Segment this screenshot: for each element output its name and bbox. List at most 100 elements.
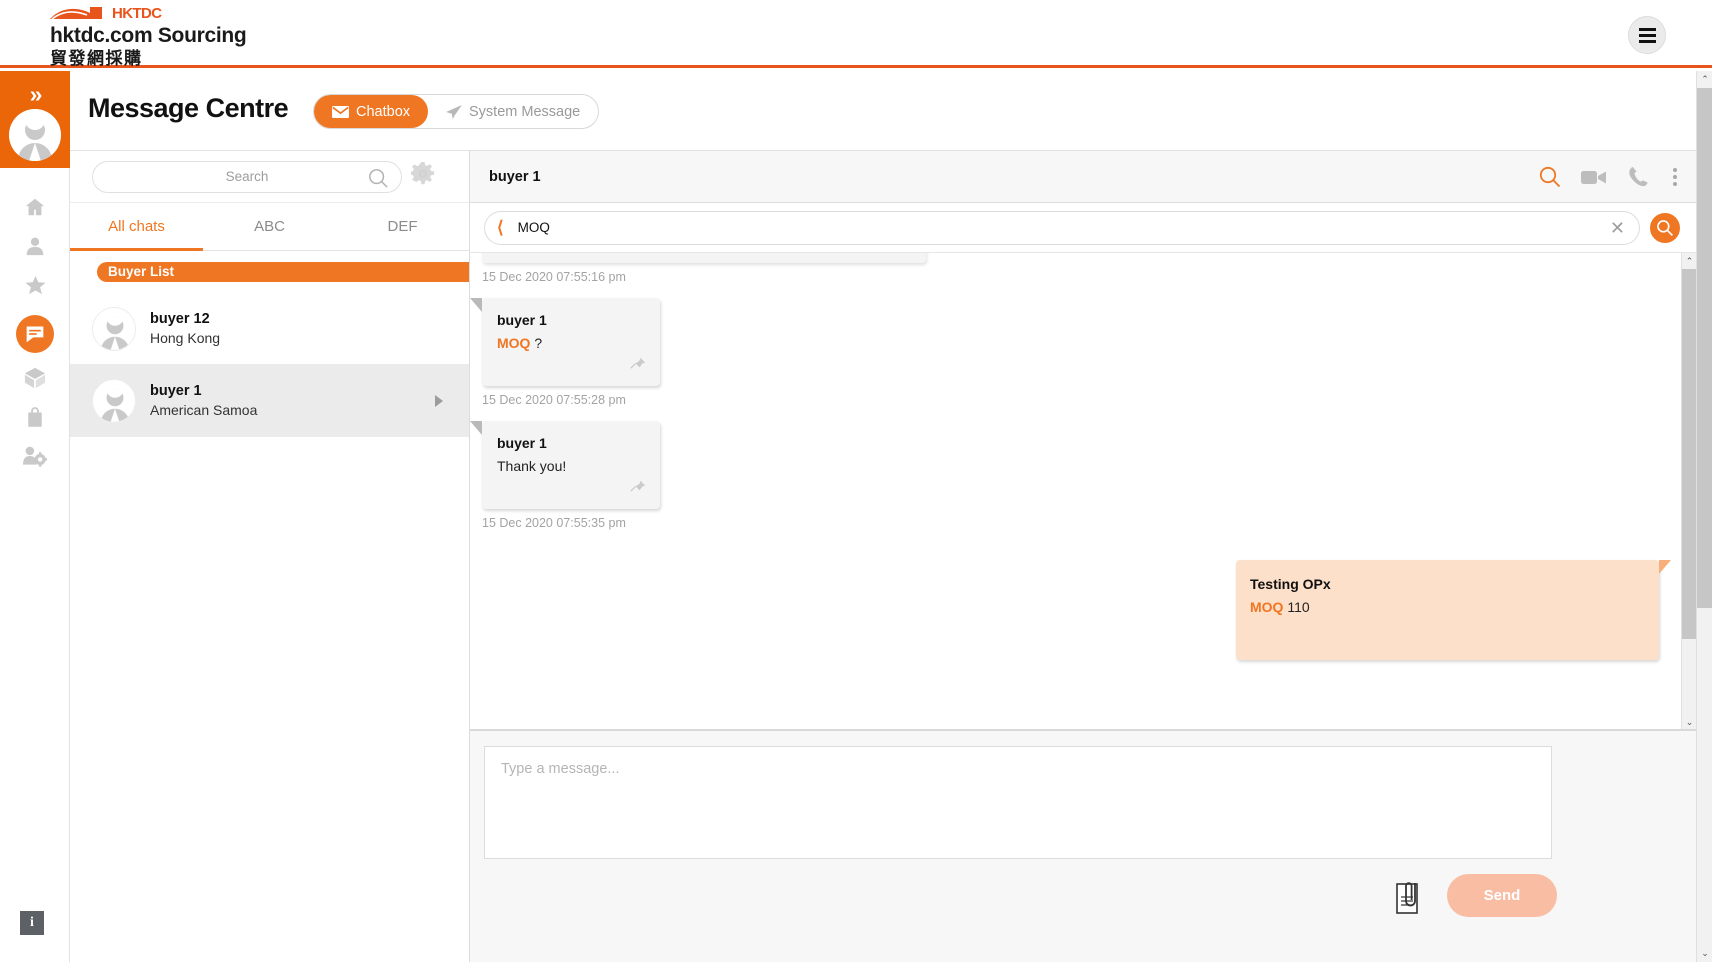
page-title: Message Centre xyxy=(88,93,289,123)
tab-abc[interactable]: ABC xyxy=(203,203,336,250)
message-input[interactable] xyxy=(484,746,1552,859)
message-timestamp: 15 Dec 2020 07:55:35 pm xyxy=(482,516,626,530)
message-row: buyer 1 MOQ ? xyxy=(470,298,1681,386)
scroll-up-icon[interactable]: ⌃ xyxy=(1682,253,1696,269)
tab-all-chats-label: All chats xyxy=(108,218,165,235)
sidebar-item-orders[interactable] xyxy=(0,400,70,439)
hamburger-bar xyxy=(1638,39,1656,43)
conversation-search-input[interactable] xyxy=(517,220,1610,235)
info-icon[interactable]: i xyxy=(20,911,44,935)
brand-bar: HKTDC hktdc.com Sourcing 貿發網採購 xyxy=(0,0,1712,68)
message-timestamp: 15 Dec 2020 07:55:28 pm xyxy=(482,393,626,407)
conversation-title: buyer 1 xyxy=(489,168,541,185)
chevron-right-icon xyxy=(435,394,443,407)
chat-list-tabs: All chats ABC DEF xyxy=(70,203,469,251)
more-vertical-icon[interactable] xyxy=(1669,168,1681,186)
conversation-header: buyer 1 xyxy=(470,151,1696,203)
gear-icon[interactable] xyxy=(411,162,435,191)
search-box[interactable] xyxy=(92,160,402,193)
box-icon xyxy=(24,367,46,394)
tab-all-chats[interactable]: All chats xyxy=(70,203,203,251)
scroll-down-icon[interactable]: ⌄ xyxy=(1682,714,1696,729)
search-icon[interactable] xyxy=(368,168,388,193)
message-text-rest: ? xyxy=(530,335,543,351)
conversation-actions xyxy=(1539,151,1681,203)
message-thread-inner: View Enquiry 15 Dec 2020 07:55:16 pm buy… xyxy=(470,253,1681,660)
page-scroll-down-icon[interactable]: ⌄ xyxy=(1697,945,1712,962)
list-item-name: buyer 1 xyxy=(150,382,202,399)
search-icon[interactable] xyxy=(1539,166,1561,188)
left-rail: » i xyxy=(0,71,70,962)
list-item-name: buyer 12 xyxy=(150,310,210,327)
hamburger-bar xyxy=(1638,27,1656,31)
rail-icon-list xyxy=(0,168,69,478)
close-icon[interactable]: ✕ xyxy=(1610,219,1625,237)
search-highlight: MOQ xyxy=(1250,599,1284,615)
message-text-rest: Thank you! xyxy=(497,458,567,474)
page-scrollbar[interactable]: ⌃ ⌄ xyxy=(1696,71,1712,962)
message-composer: Send xyxy=(470,730,1696,962)
tab-system-message[interactable]: System Message xyxy=(428,95,598,128)
page-scrollbar-thumb[interactable] xyxy=(1697,88,1712,608)
star-icon xyxy=(24,274,47,301)
conversation-panel: buyer 1 ⟨ MOQ ✕ 15 Dec 2020 07:55:16 pm … xyxy=(470,151,1696,962)
tab-abc-label: ABC xyxy=(254,218,285,235)
message-text: MOQ ? xyxy=(497,333,645,354)
message-row: View Enquiry xyxy=(470,253,1681,263)
list-item[interactable]: buyer 1 American Samoa xyxy=(70,365,469,437)
message-thread[interactable]: View Enquiry 15 Dec 2020 07:55:16 pm buy… xyxy=(470,253,1696,730)
paper-plane-icon xyxy=(446,104,462,119)
video-camera-icon[interactable] xyxy=(1581,169,1607,186)
sidebar-item-profile[interactable] xyxy=(0,229,70,268)
avatar xyxy=(92,306,136,351)
tab-chatbox[interactable]: Chatbox xyxy=(314,95,429,128)
sidebar-item-favourites[interactable] xyxy=(0,268,70,307)
search-input[interactable] xyxy=(122,169,372,184)
message-bubble-incoming: buyer 1 MOQ ? xyxy=(470,298,660,386)
tab-chatbox-label: Chatbox xyxy=(356,103,411,120)
hamburger-icon[interactable] xyxy=(1628,16,1666,54)
message-row: Testing OPx MOQ 110 xyxy=(470,560,1681,660)
chat-list-panel: All chats ABC DEF Buyer List xyxy=(70,151,470,962)
list-item[interactable]: buyer 12 Hong Kong xyxy=(70,293,469,365)
scrollbar-thumb[interactable] xyxy=(1682,269,1696,639)
message-sender: buyer 1 xyxy=(497,312,547,328)
brand-name-zh: 貿發網採購 xyxy=(50,49,143,68)
tab-def[interactable]: DEF xyxy=(336,203,469,250)
sidebar-item-account-settings[interactable] xyxy=(0,439,70,478)
page-scroll-up-icon[interactable]: ⌃ xyxy=(1697,71,1712,88)
home-icon xyxy=(24,196,46,223)
buyer-list-header: Buyer List xyxy=(97,262,469,282)
list-item-text: buyer 1 American Samoa xyxy=(150,382,257,420)
pin-icon[interactable] xyxy=(630,480,646,501)
shopping-bag-icon xyxy=(26,406,44,433)
search-submit-icon[interactable] xyxy=(1650,212,1680,243)
sidebar-item-products[interactable] xyxy=(0,361,70,400)
list-item-location: Hong Kong xyxy=(150,329,221,346)
message-text: MOQ 110 xyxy=(1250,597,1643,618)
chat-icon xyxy=(16,315,54,353)
chat-item-list: buyer 12 Hong Kong buyer 1 American Samo… xyxy=(70,293,469,437)
hktdc-swoosh-icon xyxy=(50,6,108,21)
phone-icon[interactable] xyxy=(1627,166,1649,188)
message-row: buyer 1 Thank you! xyxy=(470,421,1681,509)
conversation-search-bar: ⟨ ✕ xyxy=(470,203,1696,253)
message-bubble-outgoing: Testing OPx MOQ 110 xyxy=(1236,560,1671,660)
double-chevron-right-icon[interactable]: » xyxy=(0,83,70,106)
chevron-left-icon[interactable]: ⟨ xyxy=(497,219,504,236)
send-button[interactable]: Send xyxy=(1447,874,1557,917)
envelope-icon xyxy=(332,105,349,118)
message-text-rest: 110 xyxy=(1283,599,1310,615)
conversation-search-box[interactable]: ⟨ ✕ xyxy=(484,210,1640,245)
attachment-document-icon[interactable] xyxy=(1395,881,1425,920)
pin-icon[interactable] xyxy=(630,357,646,378)
message-sender: Testing OPx xyxy=(1250,576,1331,592)
avatar[interactable] xyxy=(9,109,61,161)
message-thread-scrollbar[interactable]: ⌃ ⌄ xyxy=(1681,253,1696,729)
rail-profile-block: » xyxy=(0,71,70,168)
sidebar-item-messages[interactable] xyxy=(0,307,70,361)
message-centre-header: Message Centre Chatbox System Message xyxy=(70,71,1696,151)
tab-system-message-label: System Message xyxy=(469,103,581,120)
message-bubble-incoming: buyer 1 Thank you! xyxy=(470,421,660,509)
sidebar-item-home[interactable] xyxy=(0,190,70,229)
